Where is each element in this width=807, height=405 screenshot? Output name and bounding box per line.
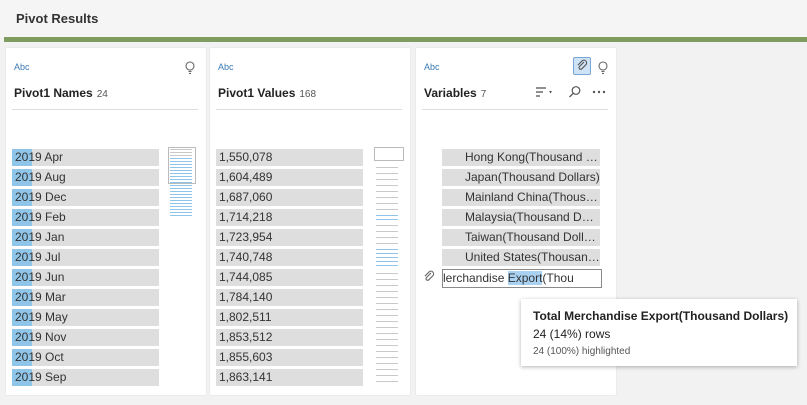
- list-item[interactable]: Malaysia(Thousand Dollars): [442, 209, 600, 226]
- list-item[interactable]: 2019 Feb: [12, 209, 159, 226]
- column-count: 24: [96, 89, 108, 100]
- list-item[interactable]: 2019 Jan: [12, 229, 159, 246]
- paperclip-icon: [424, 270, 435, 281]
- mini-scrollbar[interactable]: [374, 147, 404, 387]
- mini-scrollbar[interactable]: [168, 147, 196, 220]
- divider: [422, 109, 608, 110]
- divider: [12, 109, 198, 110]
- list-item[interactable]: 1,714,218: [216, 209, 363, 226]
- list-item[interactable]: 2019 Apr: [12, 149, 159, 166]
- column-name: Pivot1 Names: [14, 86, 93, 100]
- divider: [216, 109, 402, 110]
- list-item[interactable]: 1,723,954: [216, 229, 363, 246]
- list-item[interactable]: 1,784,140: [216, 289, 363, 306]
- list-item[interactable]: 1,740,748: [216, 249, 363, 266]
- list-item[interactable]: 2019 Jun: [12, 269, 159, 286]
- column-header[interactable]: Pivot1 Names 24: [14, 86, 108, 100]
- column-card-pivot1-values[interactable]: Abc Pivot1 Values 168 1,550,078 1,604,489…: [210, 48, 410, 395]
- list-item[interactable]: 2019 Oct: [12, 349, 159, 366]
- list-item[interactable]: 1,855,603: [216, 349, 363, 366]
- tooltip-highlighted: 24 (100%) highlighted: [533, 346, 631, 357]
- sort-icon[interactable]: [534, 85, 554, 99]
- list-item[interactable]: 1,604,489: [216, 169, 363, 186]
- type-label: Abc: [424, 62, 440, 72]
- list-item[interactable]: Mainland China(Thousand Dollars): [442, 189, 600, 206]
- list-item[interactable]: 2019 Mar: [12, 289, 159, 306]
- list-item[interactable]: Hong Kong(Thousand Dollars): [442, 149, 600, 166]
- list-item[interactable]: Japan(Thousand Dollars): [442, 169, 600, 186]
- list-item[interactable]: 1,863,141: [216, 369, 363, 386]
- tooltip-title: Total Merchandise Export(Thousand Dollar…: [533, 309, 789, 323]
- lightbulb-icon[interactable]: [183, 60, 197, 76]
- column-name: Pivot1 Values: [218, 86, 296, 100]
- column-header[interactable]: Pivot1 Values 168: [218, 86, 316, 100]
- search-icon[interactable]: [568, 85, 582, 99]
- list-item[interactable]: 2019 Aug: [12, 169, 159, 186]
- lightbulb-icon[interactable]: [596, 60, 610, 76]
- list-item[interactable]: 1,744,085: [216, 269, 363, 286]
- column-card-pivot1-names[interactable]: Abc Pivot1 Names 24 2019 Apr 2019 Aug 201…: [6, 48, 206, 395]
- list-item[interactable]: Taiwan(Thousand Dollars): [442, 229, 600, 246]
- list-item[interactable]: 2019 Dec: [12, 189, 159, 206]
- tooltip-rows: 24 (14%) rows: [533, 327, 611, 341]
- column-name: Variables: [424, 86, 477, 100]
- column-count: 7: [480, 89, 487, 100]
- list-item[interactable]: 1,802,511: [216, 309, 363, 326]
- list-item[interactable]: 1,550,078: [216, 149, 363, 166]
- type-label: Abc: [14, 62, 30, 72]
- list-item[interactable]: 1,853,512: [216, 329, 363, 346]
- type-label: Abc: [218, 62, 234, 72]
- page-title: Pivot Results: [16, 11, 99, 26]
- column-header[interactable]: Variables 7: [424, 86, 486, 100]
- rename-value-input[interactable]: lerchandise Export(Thou: [442, 269, 602, 288]
- list-item[interactable]: 2019 Sep: [12, 369, 159, 386]
- results-header: Pivot Results: [0, 0, 807, 38]
- value-tooltip: Total Merchandise Export(Thousand Dollar…: [521, 299, 797, 366]
- accent-bar: [4, 37, 807, 42]
- paperclip-button[interactable]: [573, 57, 591, 75]
- list-item[interactable]: United States(Thousand Dollars): [442, 249, 600, 266]
- list-item[interactable]: 2019 Nov: [12, 329, 159, 346]
- list-item[interactable]: 2019 Jul: [12, 249, 159, 266]
- more-icon[interactable]: [592, 90, 606, 94]
- paperclip-icon: [577, 59, 588, 70]
- column-count: 168: [299, 89, 317, 100]
- list-item[interactable]: 2019 May: [12, 309, 159, 326]
- list-item[interactable]: 1,687,060: [216, 189, 363, 206]
